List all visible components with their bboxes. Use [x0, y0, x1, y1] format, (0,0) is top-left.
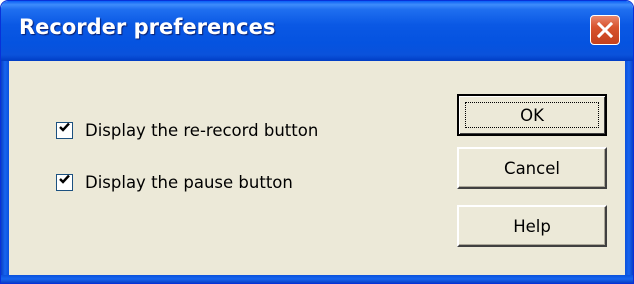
cancel-button[interactable]: Cancel — [457, 147, 607, 189]
checkmark-icon — [58, 173, 71, 191]
ok-button-label: OK — [520, 105, 544, 125]
window-frame-left — [1, 61, 9, 283]
cancel-button-label: Cancel — [504, 158, 560, 178]
dialog-title: Recorder preferences — [19, 15, 276, 39]
window-frame-right — [625, 61, 633, 283]
rerecord-option-label[interactable]: Display the re-record button — [85, 121, 318, 140]
rerecord-checkbox[interactable] — [56, 121, 73, 139]
close-button[interactable] — [590, 15, 620, 45]
window-frame-bottom — [1, 275, 633, 283]
ok-button[interactable]: OK — [457, 94, 607, 136]
help-button[interactable]: Help — [457, 205, 607, 247]
rerecord-option[interactable]: Display the re-record button — [56, 118, 318, 142]
checkmark-icon — [58, 121, 71, 139]
pause-checkbox[interactable] — [56, 173, 73, 191]
pause-option[interactable]: Display the pause button — [56, 170, 293, 194]
title-bar[interactable]: Recorder preferences — [1, 1, 633, 61]
close-icon — [597, 22, 613, 38]
recorder-preferences-dialog: Recorder preferences Display the re-reco… — [0, 0, 634, 284]
help-button-label: Help — [513, 216, 551, 236]
dialog-body: Display the re-record button Display the… — [9, 61, 625, 275]
pause-option-label[interactable]: Display the pause button — [85, 173, 293, 192]
